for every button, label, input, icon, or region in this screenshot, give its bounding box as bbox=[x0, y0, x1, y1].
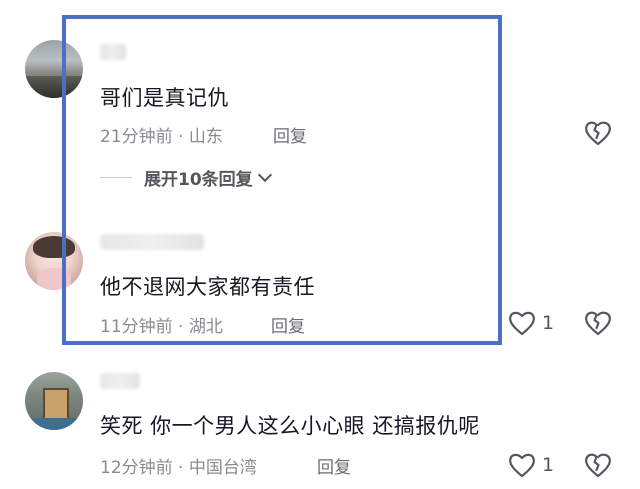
comment-location: 中国台湾 bbox=[188, 458, 257, 478]
like-count: 1 bbox=[542, 312, 555, 334]
like-button[interactable]: 1 bbox=[508, 310, 554, 336]
broken-heart-icon[interactable] bbox=[584, 120, 612, 146]
username-blurred[interactable] bbox=[100, 44, 126, 60]
avatar[interactable] bbox=[25, 372, 83, 430]
chevron-down-icon bbox=[257, 167, 272, 183]
expand-replies-button[interactable]: 展开10条回复 bbox=[100, 165, 272, 190]
meta-separator: · bbox=[172, 317, 189, 337]
username-blurred[interactable] bbox=[100, 373, 140, 389]
comment-list: 哥们是真记仇 21分钟前 · 山东 回复 展开10条回复 他不退网大家都有责任 … bbox=[0, 0, 640, 489]
comment-location: 湖北 bbox=[188, 317, 223, 337]
heart-icon bbox=[508, 310, 536, 336]
divider-line bbox=[100, 177, 132, 178]
comment-meta: 11分钟前 · 湖北 bbox=[100, 312, 223, 337]
reply-button[interactable]: 回复 bbox=[317, 453, 351, 478]
comment-meta: 12分钟前 · 中国台湾 bbox=[100, 453, 257, 478]
meta-separator: · bbox=[172, 458, 189, 478]
comment-time: 21分钟前 bbox=[100, 127, 173, 147]
avatar[interactable] bbox=[25, 40, 83, 98]
reply-button[interactable]: 回复 bbox=[273, 122, 307, 147]
comment-time: 11分钟前 bbox=[100, 317, 173, 337]
username-blurred[interactable] bbox=[100, 234, 204, 250]
comment-text: 哥们是真记仇 bbox=[100, 86, 229, 110]
broken-heart-icon[interactable] bbox=[584, 452, 612, 478]
avatar[interactable] bbox=[25, 232, 83, 290]
comment-location: 山东 bbox=[188, 127, 223, 147]
comment-time: 12分钟前 bbox=[100, 458, 173, 478]
comment-text: 他不退网大家都有责任 bbox=[100, 275, 315, 299]
comment-text: 笑死 你一个男人这么小心眼 还搞报仇呢 bbox=[100, 414, 480, 438]
heart-icon bbox=[508, 452, 536, 478]
like-button[interactable]: 1 bbox=[508, 452, 554, 478]
comment-meta: 21分钟前 · 山东 bbox=[100, 122, 223, 147]
broken-heart-icon[interactable] bbox=[584, 310, 612, 336]
like-count: 1 bbox=[542, 454, 555, 476]
reply-button[interactable]: 回复 bbox=[271, 312, 305, 337]
expand-replies-label: 展开10条回复 bbox=[144, 170, 253, 190]
meta-separator: · bbox=[172, 127, 189, 147]
